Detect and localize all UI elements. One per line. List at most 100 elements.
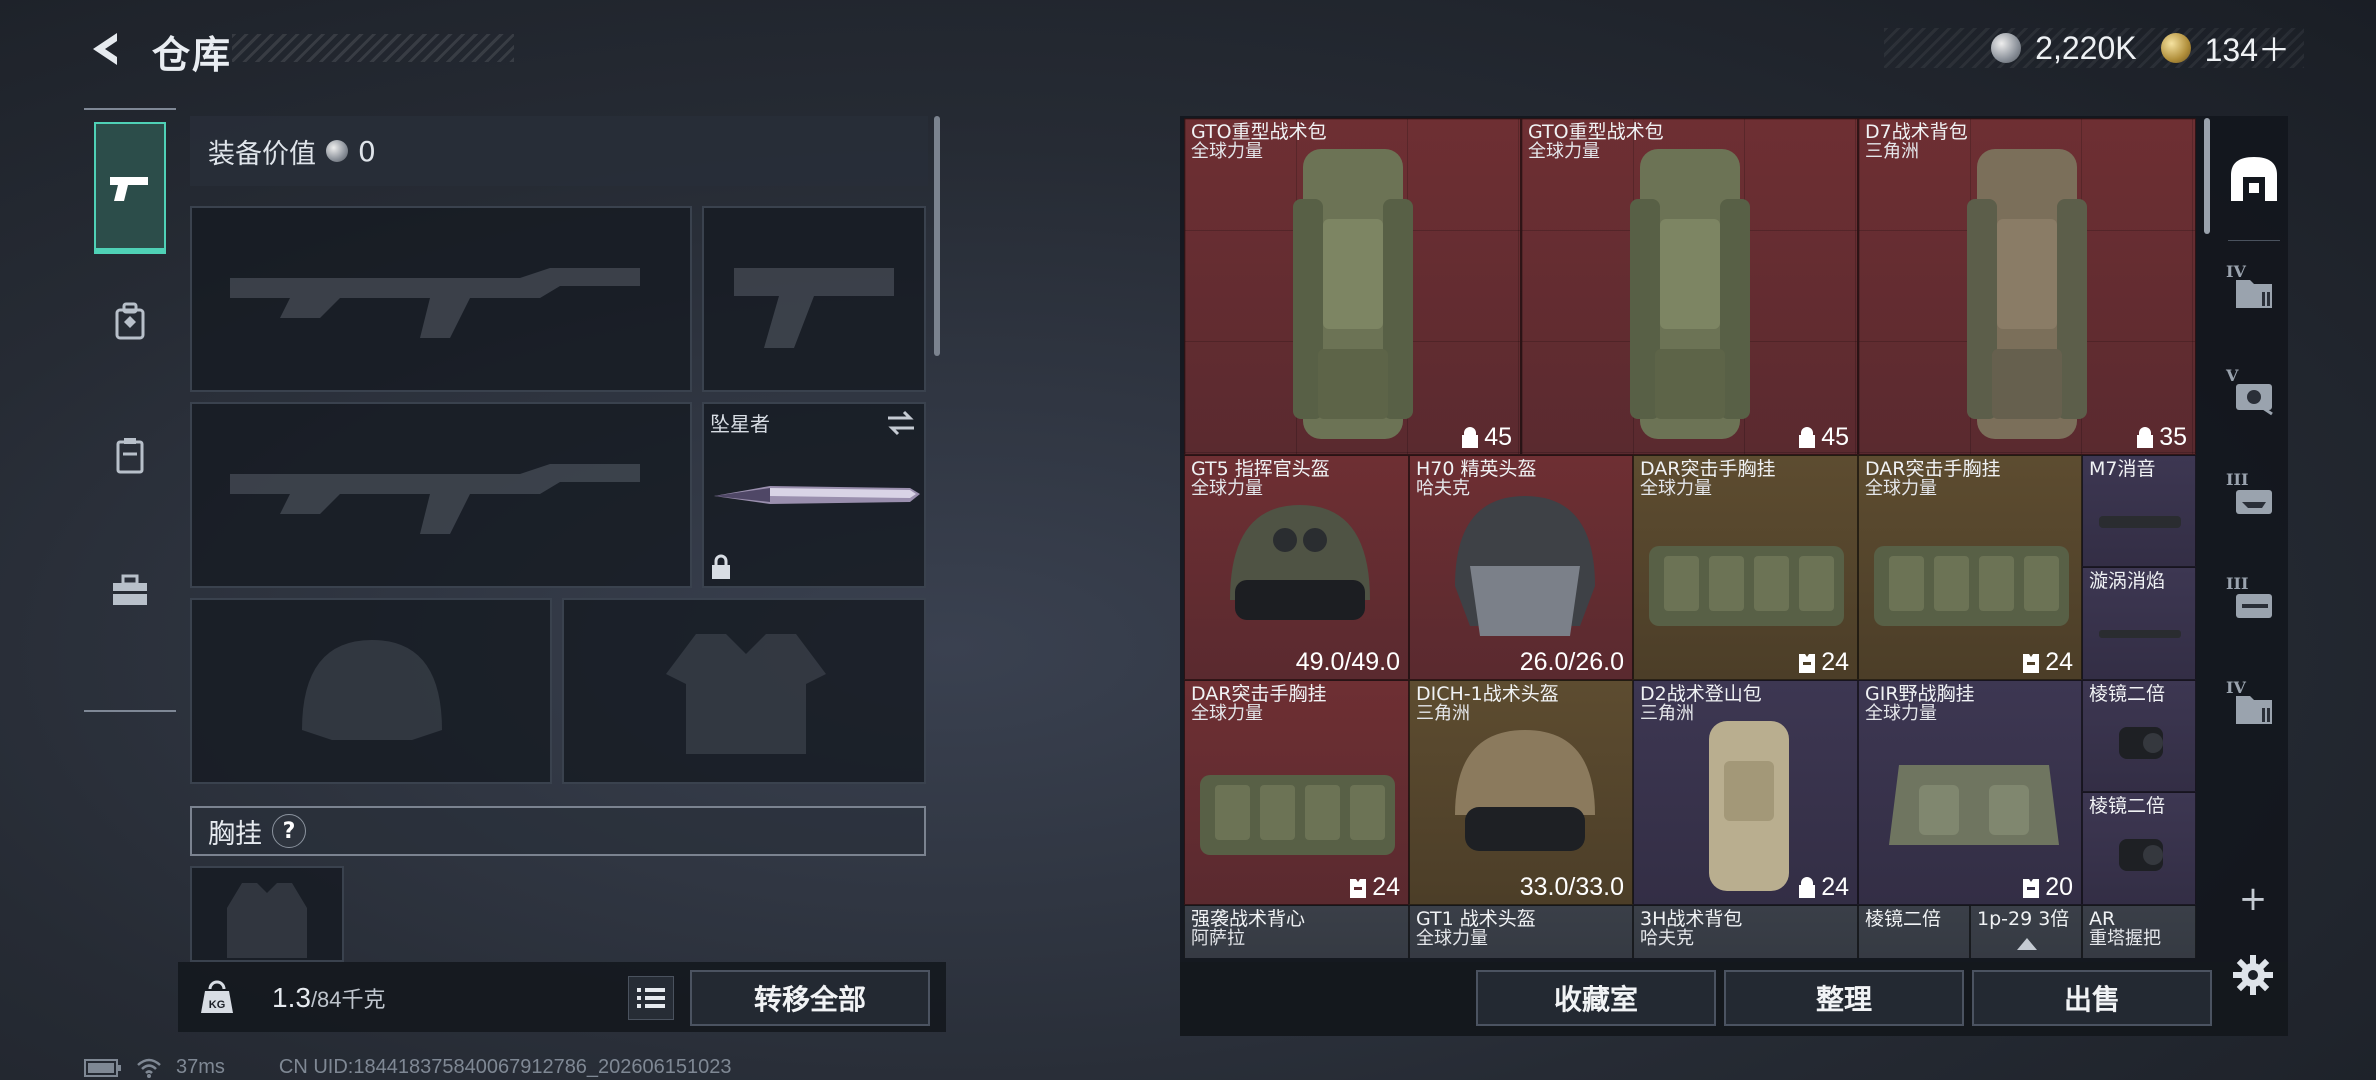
storage-item[interactable]: D2战术登山包 三角洲 24 [1633, 680, 1858, 905]
helmet-silhouette-icon [302, 640, 442, 740]
storage-item[interactable]: GT5 指挥官头盔 全球力量 49.0/49.0 [1184, 455, 1409, 680]
item-stat: 33.0/33.0 [1520, 873, 1624, 902]
helmet-slot[interactable] [190, 598, 552, 784]
chest-rig-image [1874, 546, 2069, 626]
storage-item[interactable]: GT1 战术头盔 全球力量 [1409, 905, 1633, 958]
sell-button[interactable]: 出售 [1972, 970, 2212, 1026]
item-name: 棱镜二倍 [1865, 908, 1942, 930]
storage-item[interactable]: M7消音 [2082, 455, 2196, 567]
storage-item[interactable]: D7战术背包 三角洲 35 [1858, 118, 2196, 455]
gold-balance[interactable]: 134＋ [2205, 25, 2290, 71]
tab-vest[interactable] [94, 390, 166, 522]
chest-rig-image [1889, 765, 2059, 845]
storage-item[interactable]: 漩涡消焰 [2082, 567, 2196, 680]
storage-item[interactable]: DAR突击手胸挂 全球力量 24 [1633, 455, 1858, 680]
tab-gear[interactable] [94, 256, 166, 388]
armor-slot[interactable] [562, 598, 926, 784]
svg-text:KG: KG [209, 999, 226, 1011]
sidearm-slot[interactable] [702, 206, 926, 392]
storage-item[interactable]: GTO重型战术包 全球力量 45 [1521, 118, 1858, 455]
silver-coin-icon [1991, 33, 2022, 63]
add-storage-button[interactable]: + [2230, 876, 2276, 922]
rifle-silhouette-icon [230, 268, 640, 338]
pistol-icon [110, 177, 148, 201]
armor-silhouette-icon [666, 634, 826, 754]
sort-button[interactable]: 整理 [1724, 970, 1964, 1026]
tab-storage-3b[interactable]: III [2220, 556, 2288, 652]
gear-icon [2233, 955, 2273, 995]
item-name: DICH-1战术头盔 [1416, 683, 1559, 705]
storage-item[interactable]: DAR突击手胸挂 全球力量 24 [1858, 455, 2082, 680]
item-durability: 33.0/33.0 [1519, 873, 1624, 901]
tab-level: V [2226, 366, 2239, 385]
storage-scrollbar[interactable] [2204, 118, 2210, 234]
knife-icon [714, 486, 920, 504]
storage-item[interactable]: 1p-29 3倍 [1970, 905, 2082, 958]
item-faction: 重塔握把 [2089, 928, 2161, 949]
tab-level: IV [2226, 262, 2246, 281]
tab-storage-main[interactable] [2220, 130, 2288, 226]
item-name: DAR突击手胸挂 [1191, 683, 1327, 705]
storage-item[interactable]: 强袭战术背心 阿萨拉 [1184, 905, 1409, 958]
item-name: 3H战术背包 [1640, 908, 1743, 930]
item-stat: 24 [1348, 873, 1400, 902]
backpack-image [1967, 149, 2087, 439]
item-stat: 45 [1797, 423, 1849, 452]
tab-level: III [2226, 574, 2249, 593]
gold-coin-icon [2160, 33, 2191, 63]
melee-slot[interactable]: 坠星者 [702, 402, 926, 588]
item-name: GT5 指挥官头盔 [1191, 458, 1330, 480]
swap-icon[interactable] [886, 410, 916, 436]
currency-bar: 2,220K 134＋ [1884, 28, 2304, 68]
primary-weapon-slot[interactable] [190, 206, 692, 392]
tab-storage-3a[interactable]: III [2220, 452, 2288, 548]
item-name: DAR突击手胸挂 [1865, 458, 2001, 480]
storage-item[interactable]: DAR突击手胸挂 全球力量 24 [1184, 680, 1409, 905]
tab-storage-4[interactable]: IV [2220, 244, 2288, 340]
item-stat-value: 45 [1821, 423, 1849, 451]
storage-item[interactable]: 棱镜二倍 [2082, 792, 2196, 905]
storage-item[interactable]: GTO重型战术包 全球力量 45 [1184, 118, 1521, 455]
scope-image [2119, 839, 2163, 871]
chevron-up-icon [2017, 938, 2037, 950]
weight-button[interactable]: KG [190, 970, 244, 1024]
storage-item[interactable]: 3H战术背包 哈夫克 [1633, 905, 1858, 958]
storage-item[interactable]: 棱镜二倍 [2082, 680, 2196, 792]
item-faction: 全球力量 [1416, 928, 1488, 949]
tab-level: III [2226, 470, 2249, 489]
storage-item[interactable]: H70 精英头盔 哈夫克 26.0/26.0 [1409, 455, 1633, 680]
list-view-button[interactable] [628, 976, 674, 1020]
storage-item[interactable]: AR 重塔握把 [2082, 905, 2196, 958]
ping-readout: 37ms [176, 1056, 225, 1078]
settings-button[interactable] [2228, 950, 2278, 1000]
item-name: GT1 战术头盔 [1416, 908, 1536, 930]
equipment-value-label: 装备价值 [208, 138, 316, 170]
item-faction: 三角洲 [1640, 703, 1694, 724]
helmet-image [1455, 730, 1595, 851]
vest-capacity-icon [1799, 653, 1816, 673]
item-name: D2战术登山包 [1640, 683, 1762, 705]
item-stat: 24 [1797, 873, 1849, 902]
equipment-scrollbar[interactable] [934, 116, 940, 356]
item-faction: 三角洲 [1416, 703, 1470, 724]
storage-item[interactable]: 棱镜二倍 [1858, 905, 1970, 958]
transfer-all-button[interactable]: 转移全部 [690, 970, 930, 1026]
item-name: 强袭战术背心 [1191, 908, 1306, 930]
tab-storage-5[interactable]: V [2220, 348, 2288, 444]
chest-rig-image [1649, 546, 1844, 626]
chest-rig-slot[interactable] [190, 866, 344, 962]
vest-capacity-icon [2023, 653, 2040, 673]
category-tabs [84, 108, 176, 712]
back-button[interactable] [84, 26, 130, 72]
collection-room-button[interactable]: 收藏室 [1476, 970, 1716, 1026]
melee-name: 坠星者 [710, 412, 770, 436]
storage-item[interactable]: DICH-1战术头盔 三角洲 33.0/33.0 [1409, 680, 1633, 905]
tab-storage-4b[interactable]: IV [2220, 660, 2288, 756]
capacity-icon [2137, 426, 2154, 448]
help-button[interactable]: ? [272, 814, 306, 848]
tab-toolbox[interactable] [94, 524, 166, 656]
secondary-weapon-slot[interactable] [190, 402, 692, 588]
storage-item[interactable]: GIR野战胸挂 全球力量 20 [1858, 680, 2082, 905]
tab-weapons[interactable] [94, 122, 166, 254]
item-faction: 全球力量 [1640, 478, 1712, 499]
